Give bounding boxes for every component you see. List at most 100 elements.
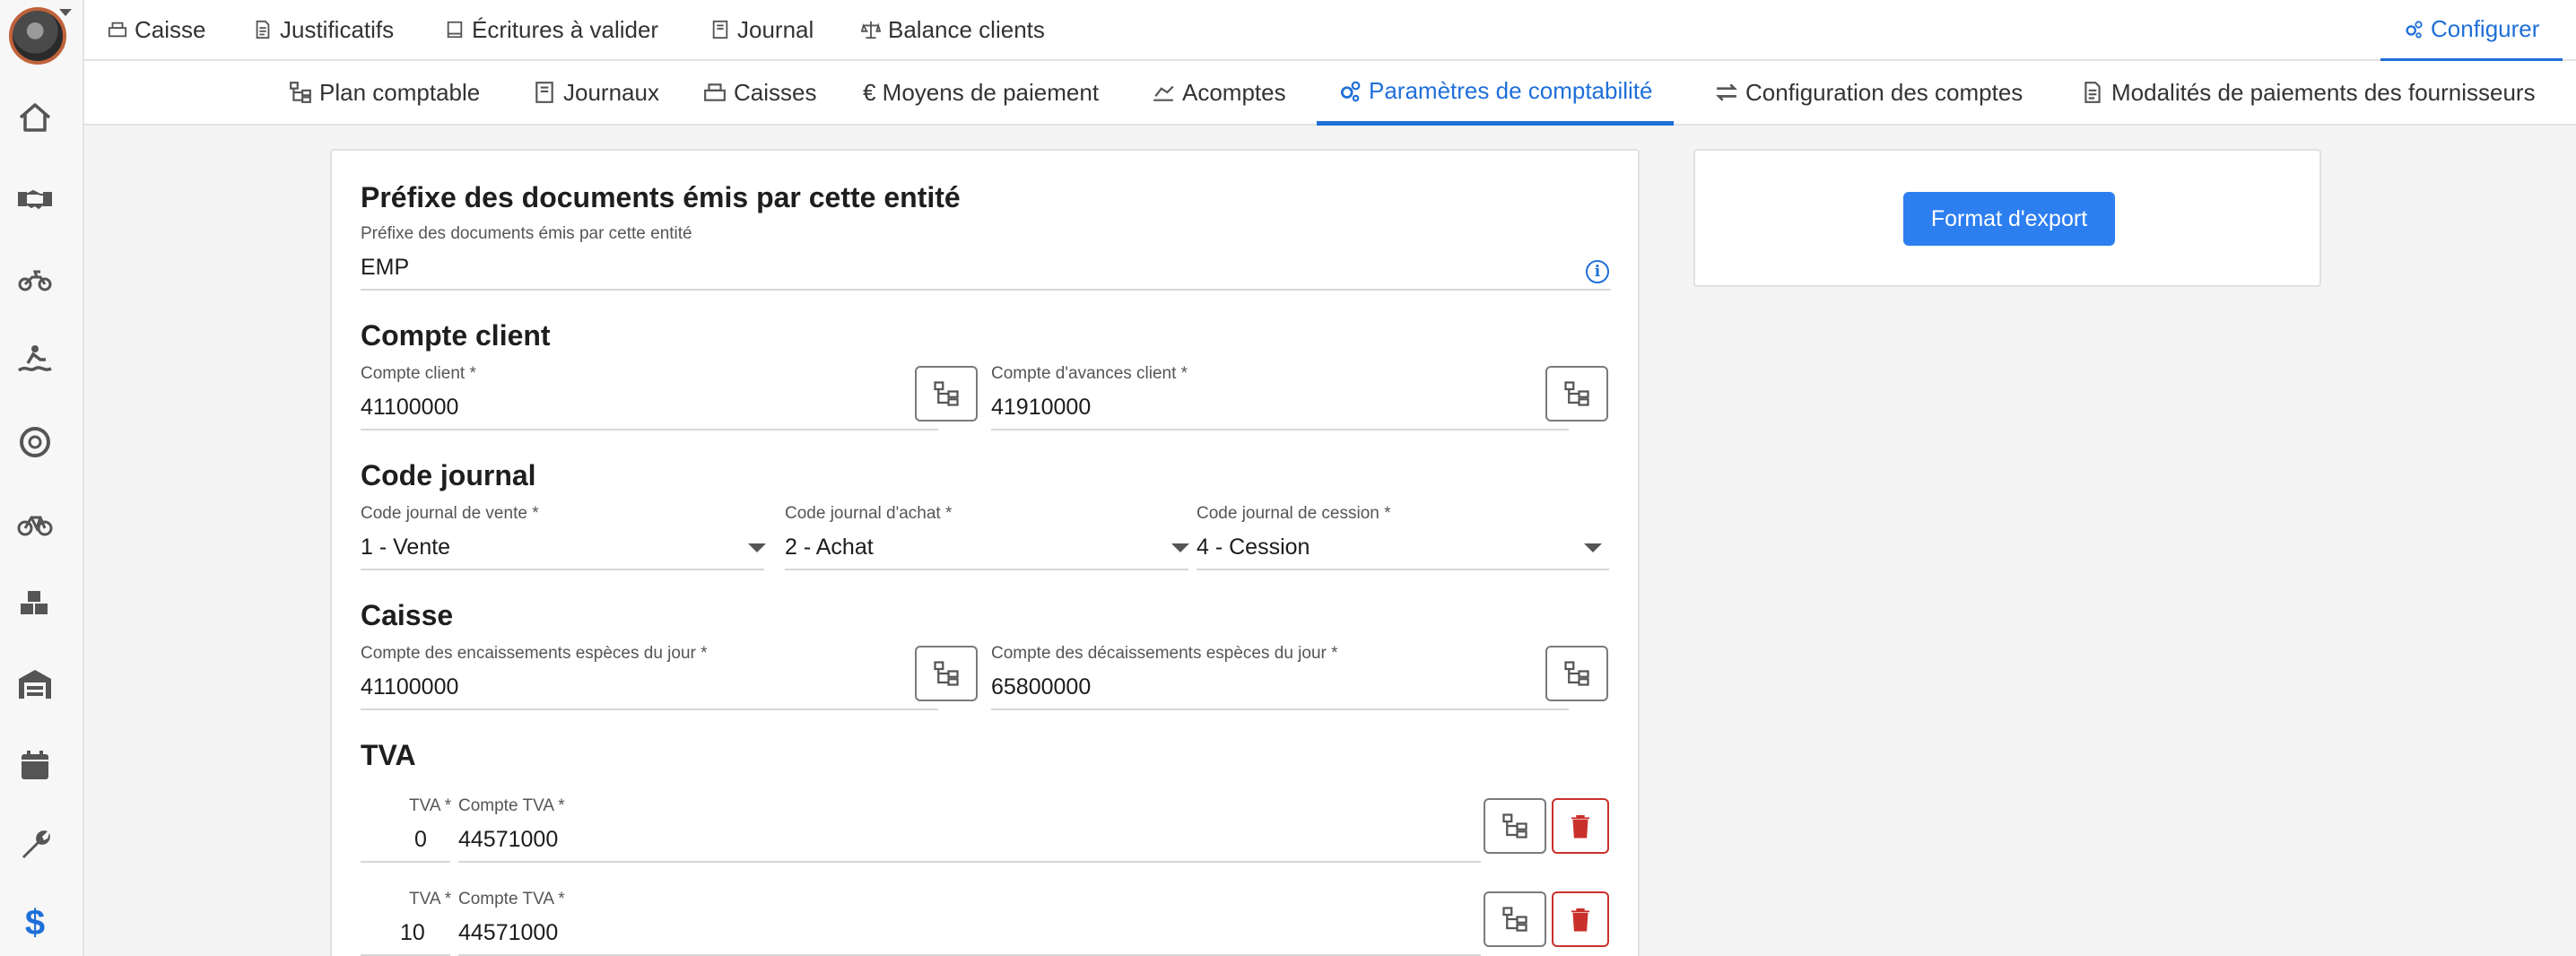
- cession-label: Code journal de cession *: [1197, 504, 1391, 523]
- tab-plan-comptable[interactable]: Plan comptable: [289, 61, 480, 124]
- tva-rate-input[interactable]: 10: [400, 920, 425, 946]
- motorcycle-icon[interactable]: [14, 258, 56, 300]
- tab-label: Configuration des comptes: [1745, 78, 2023, 106]
- decaissement-input[interactable]: 65800000: [991, 674, 1091, 700]
- tab-label: € Moyens de paiement: [863, 78, 1100, 106]
- tab-label: Balance clients: [888, 15, 1045, 43]
- compte-client-title: Compte client: [361, 319, 551, 352]
- tab-label: Paramètres de comptabilité: [1369, 77, 1653, 104]
- tab-label: Écritures à valider: [472, 15, 659, 43]
- sub-navigation: Plan comptable Journaux Caisses € Moyens…: [84, 61, 2576, 126]
- tab-justificatifs[interactable]: Justificatifs: [253, 0, 394, 59]
- rider-icon[interactable]: [14, 339, 56, 380]
- compte-client-input[interactable]: 41100000: [361, 395, 458, 421]
- tva-account-label: Compte TVA *: [458, 890, 565, 908]
- chevron-down-icon[interactable]: [1584, 543, 1602, 552]
- tree-icon: [1564, 381, 1589, 406]
- tab-caisse[interactable]: Caisse: [108, 0, 205, 59]
- book-icon: [447, 21, 463, 39]
- vente-select[interactable]: 1 - Vente: [361, 534, 450, 561]
- tva-account-input[interactable]: 44571000: [458, 920, 558, 946]
- tab-label: Journal: [737, 15, 814, 43]
- tva-account-label: Compte TVA *: [458, 796, 565, 815]
- tree-icon: [290, 82, 311, 103]
- tab-parametres-de-comptabilite[interactable]: Paramètres de comptabilité: [1317, 61, 1675, 126]
- encaissement-input[interactable]: 41100000: [361, 674, 458, 700]
- decaissement-label: Compte des décaissements espèces du jour…: [991, 644, 1338, 663]
- tab-journal[interactable]: Journal: [710, 0, 814, 59]
- export-format-button[interactable]: Format d'export: [1903, 192, 2115, 246]
- field-underline: [458, 861, 1481, 863]
- tva-section-title: TVA: [361, 739, 416, 771]
- document-icon: [256, 20, 270, 39]
- wrench-icon[interactable]: [14, 823, 56, 865]
- field-underline: [361, 861, 450, 863]
- tab-caisses[interactable]: Caisses: [703, 61, 816, 124]
- sidebar: $: [0, 0, 84, 956]
- tab-label: Modalités de paiements des fournisseurs: [2111, 78, 2536, 106]
- prefix-field-label: Préfixe des documents émis par cette ent…: [361, 224, 692, 243]
- document-icon: [2084, 82, 2101, 103]
- tva-rate-label: TVA *: [409, 796, 452, 815]
- field-underline: [991, 708, 1569, 710]
- cession-select[interactable]: 4 - Cession: [1197, 534, 1310, 561]
- gears-icon: [2406, 20, 2423, 39]
- user-avatar[interactable]: [9, 7, 66, 65]
- account-tree-button[interactable]: [915, 646, 978, 701]
- tab-modalites-paiements-fournisseurs[interactable]: Modalités de paiements des fournisseurs: [2081, 61, 2536, 124]
- tab-balance-clients[interactable]: Balance clients: [861, 0, 1045, 59]
- tab-journaux[interactable]: Journaux: [533, 61, 659, 124]
- account-tree-button[interactable]: [915, 366, 978, 422]
- field-underline: [1197, 569, 1609, 570]
- tab-label: Journaux: [563, 78, 659, 106]
- warehouse-icon[interactable]: [14, 664, 56, 705]
- cash-register-icon: [704, 83, 726, 101]
- encaissement-label: Compte des encaissements espèces du jour…: [361, 644, 708, 663]
- info-icon[interactable]: i: [1586, 260, 1609, 283]
- tva-account-input[interactable]: 44571000: [458, 827, 558, 853]
- tree-icon: [1564, 661, 1589, 686]
- cash-register-icon: [108, 22, 127, 38]
- field-underline: [361, 569, 764, 570]
- tab-configurer[interactable]: Configurer: [2380, 0, 2563, 63]
- prefix-input[interactable]: EMP: [361, 255, 409, 281]
- account-tree-button[interactable]: [1484, 891, 1546, 947]
- delete-tva-button[interactable]: [1552, 891, 1609, 947]
- field-underline: [361, 429, 938, 430]
- journal-icon: [535, 82, 553, 103]
- trash-icon: [1571, 814, 1589, 839]
- tab-moyens-de-paiement[interactable]: € Moyens de paiement: [863, 61, 1099, 124]
- tire-icon[interactable]: [14, 422, 56, 463]
- home-icon[interactable]: [14, 97, 56, 138]
- tva-rate-input[interactable]: 0: [414, 827, 427, 853]
- tree-icon: [934, 661, 959, 686]
- prefix-section-title: Préfixe des documents émis par cette ent…: [361, 181, 961, 213]
- tab-label: Configurer: [2431, 15, 2540, 42]
- tab-configuration-des-comptes[interactable]: Configuration des comptes: [1715, 61, 2023, 124]
- trash-icon: [1571, 908, 1589, 932]
- chevron-down-icon[interactable]: [748, 543, 766, 552]
- accounting-settings-card: Préfixe des documents émis par cette ent…: [330, 149, 1640, 956]
- journal-icon: [712, 20, 728, 39]
- account-tree-button[interactable]: [1545, 366, 1608, 422]
- achat-label: Code journal d'achat *: [785, 504, 953, 523]
- boxes-icon[interactable]: [14, 583, 56, 624]
- delete-tva-button[interactable]: [1552, 798, 1609, 854]
- handshake-icon[interactable]: [14, 178, 56, 219]
- achat-select[interactable]: 2 - Achat: [785, 534, 874, 561]
- compte-avances-input[interactable]: 41910000: [991, 395, 1091, 421]
- field-underline: [361, 708, 938, 710]
- bicycle-icon[interactable]: [14, 502, 56, 543]
- account-tree-button[interactable]: [1545, 646, 1608, 701]
- chevron-down-icon[interactable]: [59, 9, 72, 16]
- tab-ecritures[interactable]: Écritures à valider: [445, 0, 658, 59]
- scale-icon: [861, 21, 881, 39]
- tab-acomptes[interactable]: Acomptes: [1152, 61, 1286, 124]
- tab-label: Caisse: [135, 15, 206, 43]
- chevron-down-icon[interactable]: [1171, 543, 1189, 552]
- tree-icon: [934, 381, 959, 406]
- account-tree-button[interactable]: [1484, 798, 1546, 854]
- dollar-icon[interactable]: $: [14, 902, 56, 943]
- calendar-icon[interactable]: [14, 744, 56, 786]
- tab-label: Acomptes: [1182, 78, 1286, 106]
